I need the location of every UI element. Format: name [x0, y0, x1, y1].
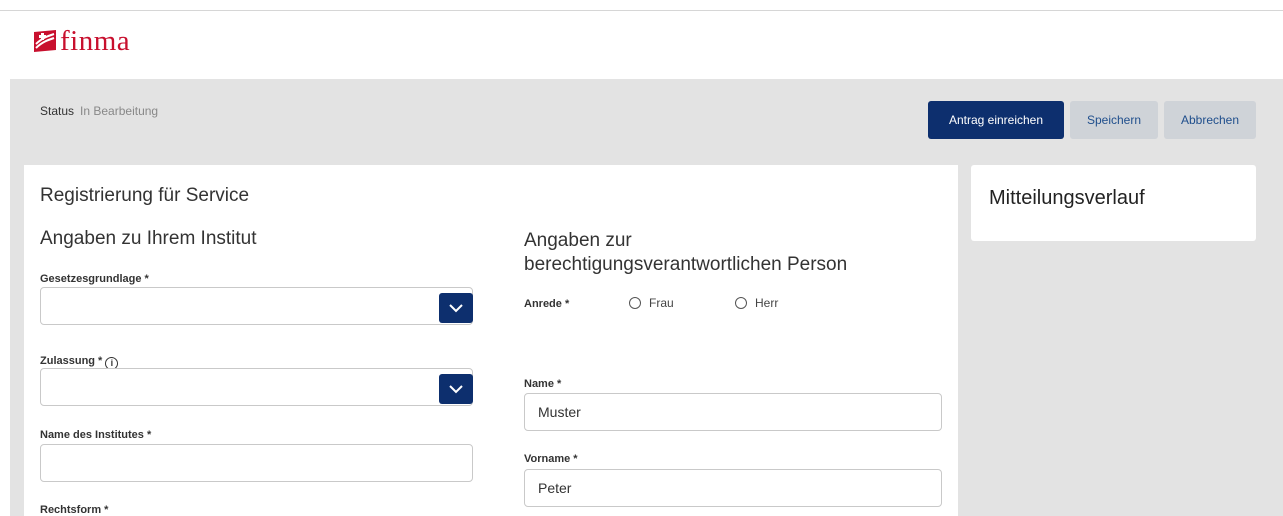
cancel-button[interactable]: Abbrechen	[1164, 101, 1256, 139]
message-history-title: Mitteilungsverlauf	[989, 187, 1145, 209]
radio-circle-icon[interactable]	[629, 297, 641, 309]
save-button[interactable]: Speichern	[1070, 101, 1158, 139]
status-label: Status	[40, 104, 75, 118]
message-history-panel: Mitteilungsverlauf	[971, 165, 1256, 241]
legal-basis-select[interactable]	[40, 287, 473, 325]
radio-label-herr: Herr	[755, 296, 779, 310]
salutation-radio-frau[interactable]: Frau	[629, 296, 674, 310]
swiss-flag-logo-icon	[34, 30, 56, 52]
status-line: Status In Bearbeitung	[40, 104, 158, 118]
radio-label-frau: Frau	[649, 296, 674, 310]
person-section-heading-line2: berechtigungsverantwortlichen Person	[524, 254, 848, 275]
salutation-label: Anrede *	[524, 298, 570, 310]
chevron-down-icon[interactable]	[439, 374, 473, 404]
firstname-input[interactable]: Peter	[524, 469, 942, 507]
submit-application-button[interactable]: Antrag einreichen	[928, 101, 1064, 139]
legal-basis-label: Gesetzesgrundlage *	[40, 273, 149, 285]
chevron-down-icon[interactable]	[439, 293, 473, 323]
salutation-radio-herr[interactable]: Herr	[735, 296, 778, 310]
top-divider	[0, 10, 1283, 11]
firstname-label: Vorname *	[524, 453, 578, 465]
radio-circle-icon[interactable]	[735, 297, 747, 309]
person-section-heading-line1: Angaben zur	[524, 230, 632, 251]
license-label: Zulassung *	[40, 355, 103, 367]
firstname-value: Peter	[538, 480, 572, 496]
registration-form-card: Registrierung für Service Angaben zu Ihr…	[24, 165, 958, 516]
name-input[interactable]: Muster	[524, 393, 942, 431]
institute-name-input[interactable]	[40, 444, 473, 482]
legal-form-label: Rechtsform *	[40, 504, 109, 516]
form-title: Registrierung für Service	[40, 185, 250, 206]
institute-name-label: Name des Institutes *	[40, 429, 152, 441]
name-label: Name *	[524, 378, 562, 390]
finma-logo[interactable]: finma	[34, 26, 130, 56]
status-value: In Bearbeitung	[80, 104, 159, 118]
license-select[interactable]	[40, 368, 473, 406]
logo-text: finma	[60, 25, 131, 57]
institute-section-heading: Angaben zu Ihrem Institut	[40, 228, 257, 249]
name-value: Muster	[538, 404, 581, 420]
